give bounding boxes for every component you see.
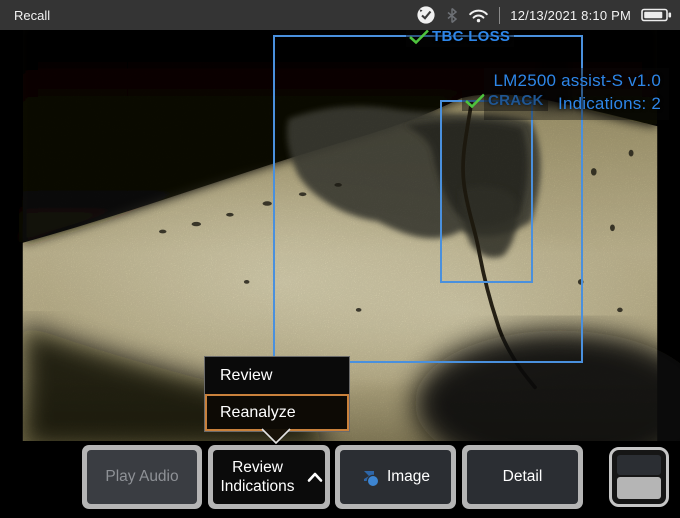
play-audio-label: Play Audio (105, 467, 178, 486)
chevron-up-icon (307, 471, 323, 483)
review-indications-menu: Review Reanalyze (204, 356, 350, 432)
image-stack-icon (361, 468, 380, 487)
play-audio-button[interactable]: Play Audio (82, 445, 202, 509)
image-button[interactable]: Image (335, 445, 456, 509)
toggle-dark-half (617, 455, 661, 475)
review-indications-label: Review Indications (216, 458, 300, 497)
status-divider (499, 7, 500, 24)
menu-caret-icon (258, 426, 294, 446)
image-label: Image (387, 467, 430, 486)
detail-button[interactable]: Detail (462, 445, 583, 509)
screen-title: Recall (14, 8, 50, 23)
datetime-text: 12/13/2021 8:10 PM (510, 8, 631, 23)
soft-key-toolbar: Play Audio Review Indications Image (0, 441, 680, 518)
review-indications-button[interactable]: Review Indications (208, 445, 330, 509)
connect-icon (416, 5, 436, 25)
menu-item-review[interactable]: Review (205, 357, 349, 394)
wifi-icon (468, 8, 489, 23)
recall-screen: TBC LOSS CRACK LM2500 assist-S v1.0 Indi… (0, 0, 680, 518)
bluetooth-icon (446, 7, 458, 24)
detail-label: Detail (503, 467, 543, 486)
status-bar: Recall 12/13/2021 8:10 PM (0, 0, 680, 30)
battery-icon (641, 7, 672, 23)
toggle-light-half (617, 477, 661, 499)
screen-view-toggle-button[interactable] (609, 447, 669, 507)
